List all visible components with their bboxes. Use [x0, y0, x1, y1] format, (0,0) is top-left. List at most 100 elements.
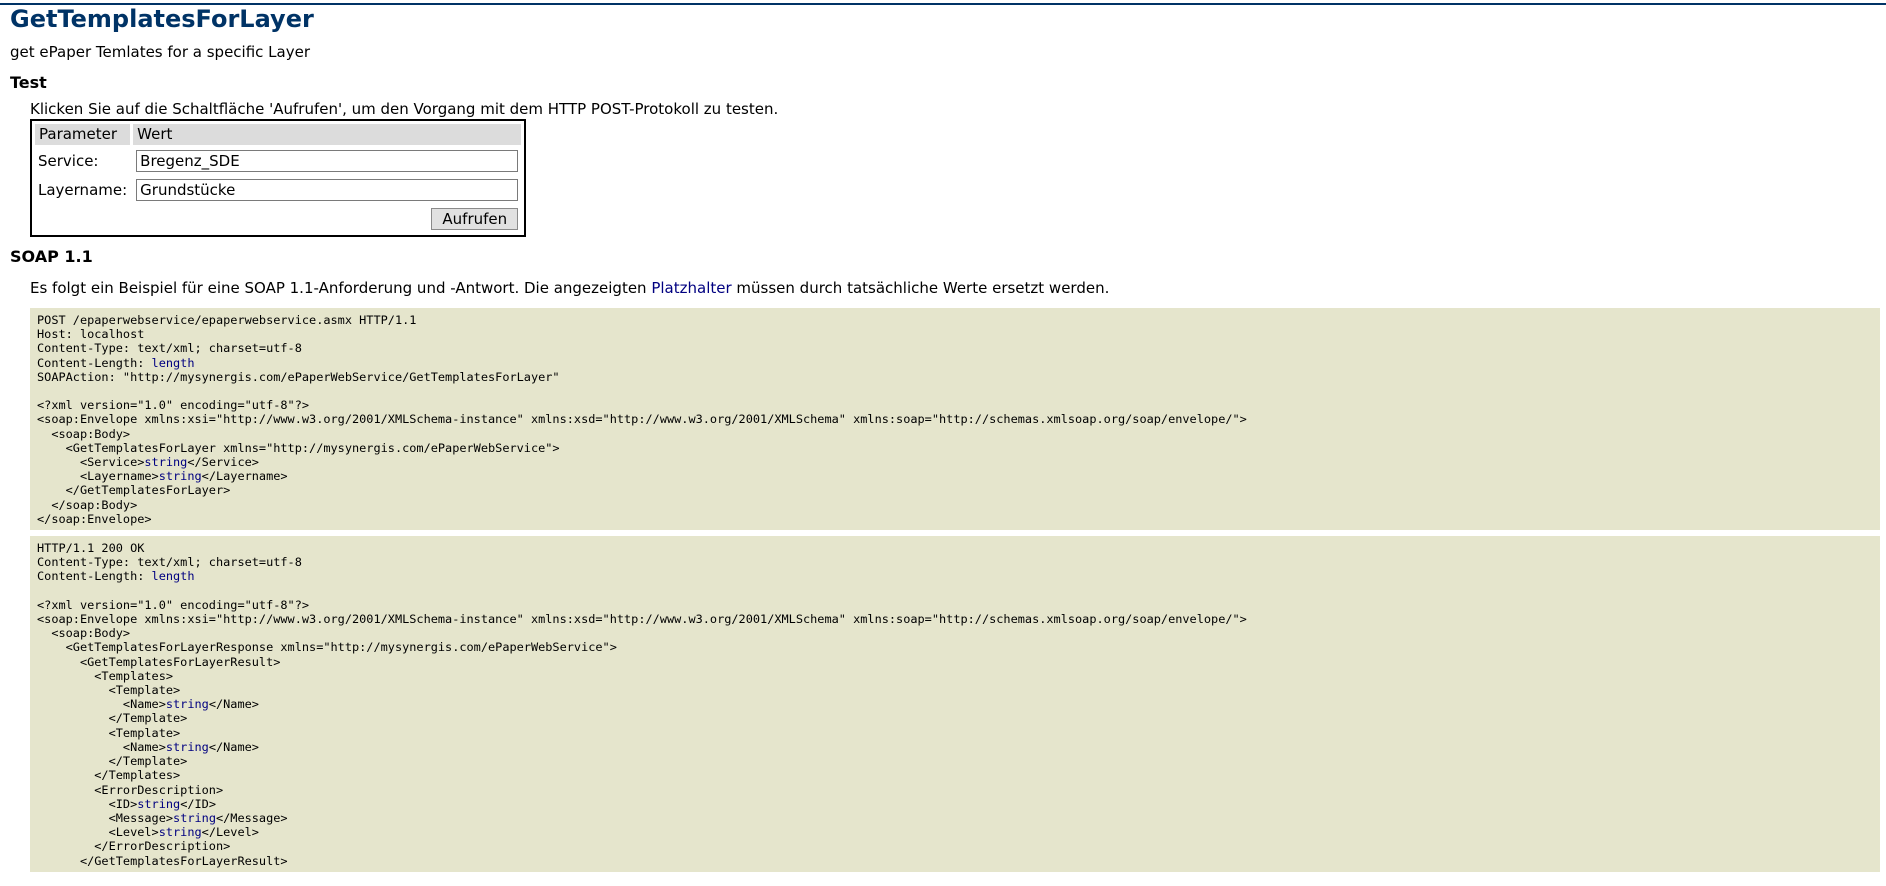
param-label-layername: Layername:	[38, 181, 128, 199]
code-line: <?xml version="1.0" encoding="utf-8"?>	[37, 598, 1873, 612]
code-text: <Service>	[37, 455, 145, 470]
column-header-parameter: Parameter	[35, 124, 131, 145]
test-form-table: Parameter Wert Service: Layername: Aufru…	[30, 119, 527, 237]
code-text: POST /epaperwebservice/epaperwebservice.…	[37, 313, 417, 327]
code-text: Content-Type: text/xml; charset=utf-8	[37, 555, 302, 570]
code-text: <GetTemplatesForLayer xmlns="http://mysy…	[37, 440, 560, 455]
code-text: </Template>	[37, 754, 188, 769]
code-text: </soap:Body>	[37, 497, 138, 512]
code-line: <soap:Body>	[37, 626, 1873, 640]
code-line: <soap:Envelope xmlns:xsi="http://www.w3.…	[37, 412, 1873, 426]
code-text: </soap:Envelope>	[37, 511, 152, 526]
code-text: </ID>	[180, 796, 216, 811]
soap11-intro-after: müssen durch tatsächliche Werte ersetzt …	[731, 279, 1110, 297]
layername-input[interactable]	[136, 179, 519, 201]
soap11-response-code: HTTP/1.1 200 OK Content-Type: text/xml; c…	[30, 536, 1880, 872]
test-heading: Test	[10, 73, 47, 92]
code-text: Content-Length:	[37, 569, 152, 584]
code-placeholder: string	[165, 697, 209, 712]
code-text: <soap:Envelope xmlns:xsi="http://www.w3.…	[37, 612, 1247, 627]
code-line: <Level>string</Level>	[37, 825, 1873, 839]
code-line: <GetTemplatesForLayerResponse xmlns="htt…	[37, 640, 1873, 654]
code-line: <GetTemplatesForLayer xmlns="http://mysy…	[37, 441, 1873, 455]
invoke-button[interactable]: Aufrufen	[431, 208, 519, 230]
code-line: Content-Length: length	[37, 569, 1873, 583]
soap11-heading: SOAP 1.1	[10, 247, 93, 266]
code-line: POST /epaperwebservice/epaperwebservice.…	[37, 313, 1873, 327]
code-placeholder: string	[173, 810, 216, 825]
code-line: <Template>	[37, 726, 1873, 740]
code-line: </Template>	[37, 711, 1873, 725]
code-text: <Templates>	[37, 668, 174, 683]
code-placeholder: string	[158, 825, 202, 840]
code-line: <Templates>	[37, 669, 1873, 683]
code-text: </Template>	[37, 711, 188, 726]
code-placeholder: length	[151, 355, 195, 370]
code-text: </Templates>	[37, 768, 181, 783]
code-text: </GetTemplatesForLayer>	[37, 483, 231, 498]
code-text: <soap:Envelope xmlns:xsi="http://www.w3.…	[37, 412, 1247, 427]
code-line: <soap:Body>	[37, 427, 1873, 441]
test-form-header-row: Parameter Wert	[35, 124, 522, 145]
param-label-service: Service:	[38, 152, 99, 170]
code-line: </soap:Body>	[37, 498, 1873, 512]
code-placeholder: string	[165, 739, 209, 754]
code-text: </Name>	[208, 697, 259, 712]
code-text: </GetTemplatesForLayerResult>	[37, 853, 288, 868]
column-header-value: Wert	[133, 124, 522, 145]
code-text: </Layername>	[201, 469, 288, 484]
code-text: <?xml version="1.0" encoding="utf-8"?>	[37, 398, 310, 413]
code-text: Content-Length:	[37, 355, 152, 370]
code-placeholder: length	[151, 569, 195, 584]
code-line: <Layername>string</Layername>	[37, 469, 1873, 483]
code-line: Content-Length: length	[37, 356, 1873, 370]
code-line: <ErrorDescription>	[37, 783, 1873, 797]
code-line: </soap:Envelope>	[37, 512, 1873, 526]
code-text: <soap:Body>	[37, 426, 131, 441]
page-title: GetTemplatesForLayer	[10, 5, 314, 33]
submit-row: Aufrufen	[35, 206, 521, 232]
soap11-intro: Es folgt ein Beispiel für eine SOAP 1.1-…	[30, 278, 1886, 298]
code-line: <soap:Envelope xmlns:xsi="http://www.w3.…	[37, 612, 1873, 626]
code-text: SOAPAction: "http://mysynergis.com/ePape…	[37, 369, 560, 384]
code-text: Content-Type: text/xml; charset=utf-8	[37, 341, 302, 356]
code-line: <Service>string</Service>	[37, 455, 1873, 469]
code-line: </ErrorDescription>	[37, 839, 1873, 853]
code-text: </Service>	[187, 455, 259, 470]
code-line: </Template>	[37, 754, 1873, 768]
code-text: </Name>	[208, 739, 259, 754]
placeholder-link: Platzhalter	[651, 279, 732, 297]
code-line: <ID>string</ID>	[37, 797, 1873, 811]
code-text: <Layername>	[37, 469, 159, 484]
code-text: </ErrorDescription>	[37, 839, 231, 854]
test-intro: Klicken Sie auf die Schaltfläche 'Aufruf…	[30, 100, 779, 118]
code-text: <ID>	[37, 796, 138, 811]
param-row-layername: Layername:	[35, 177, 521, 203]
code-placeholder: string	[158, 469, 202, 484]
page-content: GetTemplatesForLayer get ePaper Temlates…	[10, 4, 1886, 872]
code-text: <Name>	[37, 697, 166, 712]
code-text: Host: localhost	[37, 327, 145, 342]
code-line: </Templates>	[37, 768, 1873, 782]
test-section: Klicken Sie auf die Schaltfläche 'Aufruf…	[30, 100, 1886, 237]
soap11-intro-before: Es folgt ein Beispiel für eine SOAP 1.1-…	[30, 279, 652, 297]
code-line: Content-Type: text/xml; charset=utf-8	[37, 555, 1873, 569]
code-text: <Name>	[37, 739, 166, 754]
code-text: <Template>	[37, 725, 181, 740]
code-text: <soap:Body>	[37, 626, 131, 641]
code-line: </GetTemplatesForLayerResult>	[37, 854, 1873, 868]
code-text: <?xml version="1.0" encoding="utf-8"?>	[37, 597, 310, 612]
code-text: </Level>	[201, 825, 259, 840]
code-line: </GetTemplatesForLayer>	[37, 483, 1873, 497]
code-text: <GetTemplatesForLayerResponse xmlns="htt…	[37, 640, 617, 655]
code-line: <Message>string</Message>	[37, 811, 1873, 825]
code-line: Content-Type: text/xml; charset=utf-8	[37, 341, 1873, 355]
code-placeholder: string	[144, 455, 188, 470]
code-text: <Level>	[37, 825, 159, 840]
service-input[interactable]	[136, 150, 519, 172]
soap11-section: Es folgt ein Beispiel für eine SOAP 1.1-…	[30, 278, 1886, 872]
code-line: <?xml version="1.0" encoding="utf-8"?>	[37, 398, 1873, 412]
param-row-service: Service:	[35, 148, 521, 174]
